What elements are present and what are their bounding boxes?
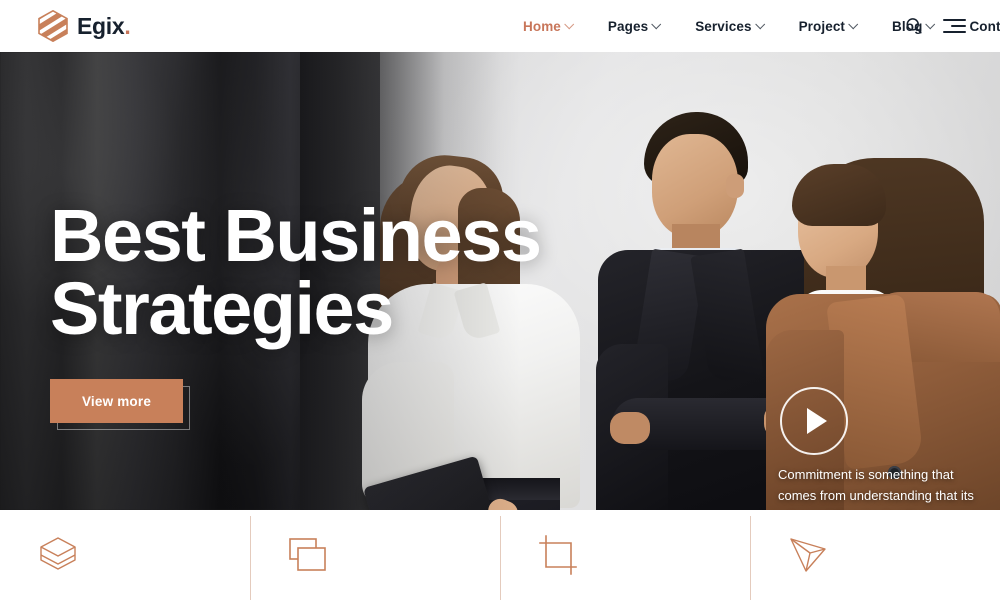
- hamburger-menu-button[interactable]: [943, 19, 966, 33]
- brand-dot: .: [124, 12, 131, 39]
- nav-label: Home: [523, 18, 561, 34]
- feature-item-3[interactable]: [500, 510, 750, 600]
- search-icon: [906, 18, 922, 34]
- play-video-button[interactable]: [780, 387, 848, 455]
- nav-item-services[interactable]: Services: [677, 0, 780, 52]
- hero-quote-text: Commitment is something that comes from …: [778, 467, 974, 510]
- cube-box-icon: [40, 537, 76, 570]
- header-actions: [905, 0, 966, 52]
- chevron-down-icon: [848, 18, 859, 29]
- feature-item-1[interactable]: [0, 510, 250, 600]
- brand-name: Egix.: [77, 12, 131, 39]
- hamburger-line: [951, 25, 966, 27]
- nav-label: Contact: [969, 18, 1000, 34]
- nav-label: Pages: [607, 18, 649, 34]
- hero-cta-wrapper: View more: [50, 379, 190, 431]
- hero-section: Best Business Strategies View more Commi…: [0, 52, 1000, 510]
- hero-title: Best Business Strategies: [50, 194, 542, 350]
- feature-item-4[interactable]: [750, 510, 1000, 600]
- page-root: Egix. Home Pages Services Project Blog C…: [0, 0, 1000, 600]
- brand-logo[interactable]: Egix.: [38, 10, 131, 42]
- nav-item-pages[interactable]: Pages: [590, 0, 677, 52]
- hamburger-line: [943, 31, 966, 33]
- hero-content: Best Business Strategies View more: [50, 194, 542, 431]
- nav-label: Services: [695, 18, 752, 34]
- feature-icon-bar: [0, 510, 1000, 600]
- tetrahedron-icon: [790, 538, 826, 572]
- chevron-down-icon: [651, 18, 662, 29]
- hexagon-stripes-icon: [38, 10, 68, 42]
- nav-label: Project: [798, 18, 846, 34]
- search-button[interactable]: [905, 17, 923, 35]
- nav-item-project[interactable]: Project: [781, 0, 874, 52]
- play-button-icon: [806, 408, 827, 434]
- view-more-button[interactable]: View more: [50, 379, 183, 424]
- chevron-down-icon: [564, 18, 575, 29]
- stacked-layers-icon: [289, 538, 326, 571]
- site-header: Egix. Home Pages Services Project Blog C…: [0, 0, 1000, 52]
- feature-item-2[interactable]: [250, 510, 500, 600]
- nav-item-home[interactable]: Home: [505, 0, 590, 52]
- hamburger-line: [943, 19, 966, 21]
- chevron-down-icon: [754, 18, 765, 29]
- crop-frame-icon: [539, 535, 577, 575]
